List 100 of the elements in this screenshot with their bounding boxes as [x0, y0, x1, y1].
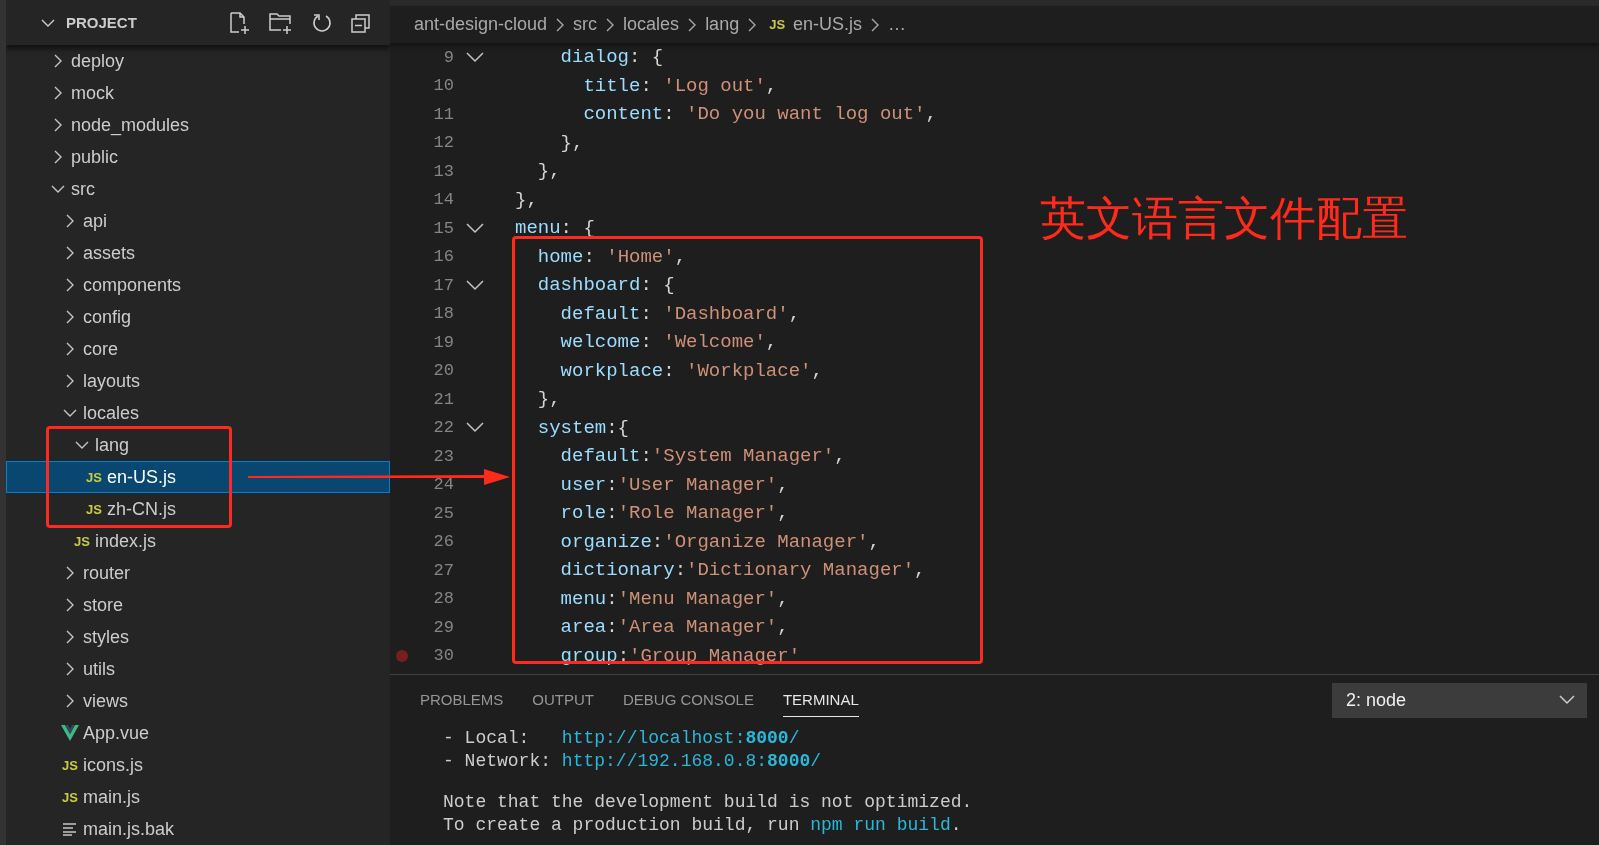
line-number: 14: [432, 190, 454, 210]
tree-item[interactable]: JS index.js: [6, 525, 390, 557]
line-number: 29: [432, 617, 454, 637]
breadcrumb-item[interactable]: src: [573, 14, 598, 35]
tree-item[interactable]: App.vue: [6, 717, 390, 749]
tree-item[interactable]: public: [6, 141, 390, 173]
code-line: dialog: {: [559, 46, 664, 69]
tree-item[interactable]: core: [6, 333, 390, 365]
js-file-icon: JS: [769, 17, 786, 32]
panel-tab[interactable]: TERMINAL: [782, 683, 859, 717]
tree-item[interactable]: api: [6, 205, 390, 237]
code-line: },: [536, 160, 561, 183]
tree-item[interactable]: JS en-US.js: [6, 461, 390, 493]
fold-chevron-icon[interactable]: [466, 51, 484, 63]
tree-item[interactable]: main.js.bak: [6, 813, 390, 845]
tree-item[interactable]: components: [6, 269, 390, 301]
collapse-all-icon[interactable]: [350, 11, 372, 34]
line-number: 27: [432, 560, 454, 580]
tree-item[interactable]: config: [6, 301, 390, 333]
new-file-icon[interactable]: [227, 10, 251, 35]
code-line: menu:'Menu Manager',: [559, 587, 789, 610]
chevron-right-icon: [747, 16, 758, 33]
tree-item[interactable]: src: [6, 173, 390, 205]
tree-item[interactable]: node_modules: [6, 109, 390, 141]
line-number: 28: [432, 589, 454, 609]
line-number: 22: [432, 418, 454, 438]
tree-item[interactable]: views: [6, 685, 390, 717]
fold-chevron-icon[interactable]: [466, 422, 484, 434]
code-line: area:'Area Manager',: [559, 616, 789, 639]
line-number: 25: [432, 503, 454, 523]
panel-tab[interactable]: OUTPUT: [532, 683, 595, 717]
terminal-link[interactable]: npm run build: [810, 814, 951, 837]
tree-item[interactable]: lang: [6, 429, 390, 461]
lines-file-icon: [62, 822, 78, 836]
explorer-title: PROJECT: [66, 14, 137, 31]
terminal-text: .: [950, 814, 962, 837]
code-line: home: 'Home',: [536, 245, 687, 268]
code-line: welcome: 'Welcome',: [559, 331, 778, 354]
terminal-dropdown[interactable]: 2: node: [1332, 682, 1587, 718]
breadcrumb-item[interactable]: locales: [623, 14, 680, 35]
breadcrumb-item[interactable]: lang: [705, 14, 740, 35]
panel-tab[interactable]: PROBLEMS: [420, 683, 504, 717]
code-line: },: [536, 388, 561, 411]
line-number: 15: [432, 218, 454, 238]
fold-chevron-icon[interactable]: [466, 222, 484, 234]
panel-tab[interactable]: DEBUG CONSOLE: [623, 683, 754, 717]
line-number: 13: [432, 161, 454, 181]
js-file-icon: JS: [62, 757, 78, 773]
code-line: },: [515, 188, 538, 211]
tree-item[interactable]: JS zh-CN.js: [6, 493, 390, 525]
tree-item[interactable]: assets: [6, 237, 390, 269]
line-number: 17: [432, 275, 454, 295]
line-number: 30: [432, 646, 454, 666]
tree-item[interactable]: router: [6, 557, 390, 589]
chevron-right-icon: [870, 16, 881, 33]
js-file-icon: JS: [74, 533, 90, 549]
terminal-link[interactable]: http://localhost:8000/: [561, 727, 800, 750]
chevron-down-icon: [1559, 695, 1575, 705]
js-file-icon: JS: [86, 469, 102, 485]
tree-item[interactable]: deploy: [6, 45, 390, 77]
fold-chevron-icon[interactable]: [466, 279, 484, 291]
breadcrumb-item[interactable]: ant-design-cloud: [414, 14, 548, 35]
line-number: 24: [432, 475, 454, 495]
tree-item[interactable]: utils: [6, 653, 390, 685]
annotation-note: 英文语言文件配置: [1040, 190, 1408, 247]
tree-item[interactable]: JS icons.js: [6, 749, 390, 781]
vue-file-icon: [61, 725, 79, 741]
code-line: organize:'Organize Manager',: [559, 530, 880, 553]
tree-item[interactable]: store: [6, 589, 390, 621]
code-line: default:'System Manager',: [559, 445, 846, 468]
tree-item[interactable]: JS main.js: [6, 781, 390, 813]
terminal-link[interactable]: http://192.168.0.8:8000/: [561, 750, 822, 773]
code-line: workplace: 'Workplace',: [559, 359, 823, 382]
terminal-text: To create a production build, run: [443, 814, 801, 837]
new-folder-icon[interactable]: [268, 10, 294, 35]
js-file-icon: JS: [86, 501, 102, 517]
line-number: 26: [432, 532, 454, 552]
line-number: 12: [432, 133, 454, 153]
line-number: 10: [432, 76, 454, 96]
line-number: 16: [432, 247, 454, 267]
tree-item[interactable]: styles: [6, 621, 390, 653]
chevron-right-icon: [555, 16, 566, 33]
tree-item[interactable]: locales: [6, 397, 390, 429]
breadcrumb-item[interactable]: en-US.js: [793, 14, 863, 35]
line-number: 18: [432, 304, 454, 324]
tree-item[interactable]: layouts: [6, 365, 390, 397]
chevron-right-icon: [605, 16, 616, 33]
terminal-text: - Network:: [443, 750, 553, 773]
breadcrumb-item[interactable]: …: [888, 14, 907, 35]
code-line: role:'Role Manager',: [559, 502, 789, 525]
tree-item[interactable]: mock: [6, 77, 390, 109]
code-line: system:{: [536, 416, 630, 439]
code-line: dictionary:'Dictionary Manager',: [559, 559, 926, 582]
code-line: title: 'Log out',: [582, 74, 778, 97]
code-line: },: [559, 131, 584, 154]
chevron-right-icon: [687, 16, 698, 33]
terminal-text: Note that the development build is not optimized.: [443, 791, 973, 814]
line-number: 19: [432, 332, 454, 352]
refresh-icon[interactable]: [311, 11, 333, 34]
code-line: dashboard: {: [536, 274, 675, 297]
